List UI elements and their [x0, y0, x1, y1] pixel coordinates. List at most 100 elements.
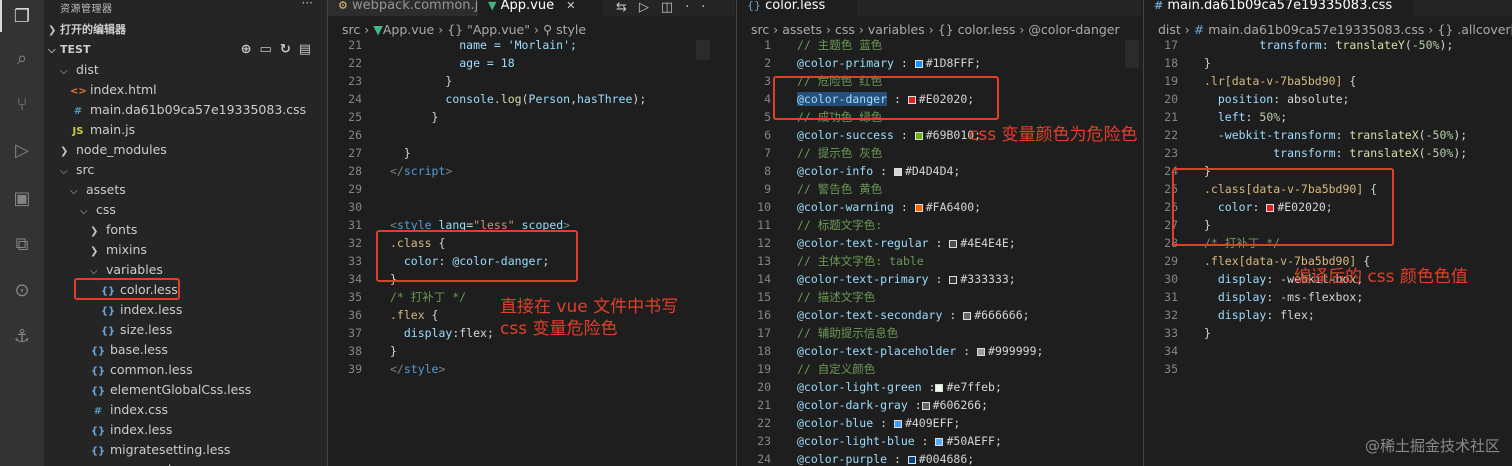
- breadcrumb-item[interactable]: dist: [1158, 22, 1181, 37]
- line-number: 21: [1164, 110, 1178, 124]
- breadcrumb-item[interactable]: main.da61b09ca57e19335083.css: [1208, 22, 1424, 37]
- color-swatch[interactable]: [893, 420, 902, 428]
- breadcrumb-item[interactable]: App.vue: [383, 22, 434, 37]
- run-debug-icon[interactable]: ▷: [10, 138, 34, 162]
- code-line: </style>: [390, 362, 446, 376]
- tab-label: color.less: [765, 0, 826, 13]
- tree-folder[interactable]: ⌵ src: [44, 160, 327, 180]
- color-swatch[interactable]: [914, 204, 923, 212]
- code-line: // 描述文字色: [797, 290, 876, 304]
- tree-folder[interactable]: ❯ mixins: [44, 240, 327, 260]
- tree-folder[interactable]: ⌵ dist: [44, 60, 327, 80]
- tree-item-label: progress.less: [106, 462, 192, 466]
- color-swatch[interactable]: [963, 312, 972, 320]
- breadcrumb-item[interactable]: src: [751, 22, 769, 37]
- extensions-icon[interactable]: ⧉: [10, 232, 34, 256]
- tree-file[interactable]: <> index.html: [44, 80, 327, 100]
- tab-bar: ⚙ webpack.common.js ▼ App.vue ✕ ⇆▷◫··: [328, 0, 735, 16]
- tree-file[interactable]: {} common.less: [44, 360, 327, 380]
- tree-folder[interactable]: ⌵ variables: [44, 260, 327, 280]
- code-line: @color-primary : #1D8FFF;: [797, 56, 982, 70]
- tree-file[interactable]: # index.css: [44, 400, 327, 420]
- minimap[interactable]: [1125, 40, 1139, 68]
- color-swatch[interactable]: [935, 384, 944, 392]
- color-swatch[interactable]: [907, 456, 916, 464]
- tree-folder[interactable]: ❯ fonts: [44, 220, 327, 240]
- tree-item-label: variables: [102, 262, 163, 277]
- line-number: 1: [764, 38, 771, 52]
- tree-file[interactable]: {} migratesetting.less: [44, 440, 327, 460]
- docker-icon[interactable]: ⚓: [10, 324, 34, 348]
- breadcrumb-item[interactable]: {} color.less: [938, 22, 1016, 37]
- close-icon[interactable]: ✕: [566, 0, 575, 12]
- code-line: @color-text-regular : #4E4E4E;: [797, 236, 1016, 250]
- line-number: 9: [764, 182, 771, 196]
- code-line: // 辅助提示信息色: [797, 326, 899, 340]
- line-number: 25: [348, 110, 362, 124]
- tree-file[interactable]: {} progress.less: [44, 460, 327, 466]
- line-number: 8: [764, 164, 771, 178]
- color-swatch[interactable]: [935, 438, 944, 446]
- less-file-icon: {}: [100, 326, 116, 337]
- tree-file[interactable]: {} index.less: [44, 420, 327, 440]
- tree-folder[interactable]: ⌵ css: [44, 200, 327, 220]
- tree-file[interactable]: {} size.less: [44, 320, 327, 340]
- line-number: 12: [757, 236, 771, 250]
- less-file-icon: {}: [90, 446, 106, 457]
- highlight-box-selected-file: [74, 278, 180, 300]
- color-swatch[interactable]: [914, 132, 923, 140]
- remote-explorer-icon[interactable]: ▣: [10, 186, 34, 210]
- code-line: transform: translateY(-50%);: [1259, 38, 1454, 52]
- tab-main-css[interactable]: # main.da61b09ca57e19335083.css: [1144, 0, 1414, 16]
- color-swatch[interactable]: [949, 276, 958, 284]
- watermark: @稀土掘金技术社区: [1364, 437, 1500, 455]
- color-swatch[interactable]: [977, 348, 986, 356]
- tree-file[interactable]: JS main.js: [44, 120, 327, 140]
- line-number: 22: [1164, 128, 1178, 142]
- open-editors-section[interactable]: ❯ 打开的编辑器: [44, 20, 327, 40]
- color-swatch[interactable]: [914, 60, 923, 68]
- tree-folder[interactable]: ❯ node_modules: [44, 140, 327, 160]
- line-number: 32: [1164, 308, 1178, 322]
- line-number: 37: [348, 326, 362, 340]
- tree-file[interactable]: {} index.less: [44, 300, 327, 320]
- editor-actions[interactable]: ⇆▷◫··: [616, 0, 717, 15]
- more-actions-icon[interactable]: ···: [302, 0, 313, 10]
- explorer-toolbar[interactable]: ⊕▭↻▤: [241, 40, 319, 60]
- files-icon[interactable]: ❐: [0, 0, 34, 32]
- annotation-compiled: 编译后的 css 颜色色值: [1294, 267, 1468, 287]
- annotation-color-less: css 变量颜色为危险色: [969, 125, 1138, 145]
- code-line: }: [1204, 326, 1211, 340]
- line-number: 29: [348, 182, 362, 196]
- tree-folder[interactable]: ⌵ assets: [44, 180, 327, 200]
- code-line: left: 50%;: [1204, 110, 1288, 124]
- minimap[interactable]: [696, 40, 710, 60]
- color-swatch[interactable]: [893, 168, 902, 176]
- breadcrumb-item[interactable]: variables: [868, 22, 925, 37]
- breadcrumb-item[interactable]: assets: [782, 22, 822, 37]
- search-icon[interactable]: ⌕: [10, 46, 34, 70]
- tab-webpack-common[interactable]: ⚙ webpack.common.js: [328, 0, 485, 16]
- project-section[interactable]: ⌵ TEST ⊕▭↻▤: [44, 40, 327, 60]
- tree-file[interactable]: {} base.less: [44, 340, 327, 360]
- code-line: // 标题文字色:: [797, 218, 883, 232]
- line-number: 32: [348, 236, 362, 250]
- tree-file[interactable]: {} elementGlobalCss.less: [44, 380, 327, 400]
- color-swatch[interactable]: [949, 240, 958, 248]
- code-line: // 提示色 灰色: [797, 146, 883, 160]
- tree-file[interactable]: # main.da61b09ca57e19335083.css: [44, 100, 327, 120]
- breadcrumb-item[interactable]: css: [835, 22, 855, 37]
- git-graph-icon[interactable]: ⊙: [10, 278, 34, 302]
- code-line: @color-light-green : #e7ffeb;: [797, 380, 1002, 394]
- breadcrumb-item[interactable]: src: [342, 22, 360, 37]
- breadcrumb-item[interactable]: style: [556, 22, 586, 37]
- source-control-icon[interactable]: ⑂: [10, 92, 34, 116]
- line-number: 3: [764, 74, 771, 88]
- tab-color-less[interactable]: {} color.less: [737, 0, 857, 16]
- breadcrumb-item[interactable]: {} "App.vue": [447, 22, 530, 37]
- color-swatch[interactable]: [921, 402, 930, 410]
- tab-app-vue[interactable]: ▼ App.vue ✕: [478, 0, 603, 16]
- line-number: 14: [757, 272, 771, 286]
- breadcrumb-item[interactable]: @color-danger: [1028, 22, 1119, 37]
- breadcrumb-item[interactable]: {} .allcover[data: [1437, 22, 1512, 37]
